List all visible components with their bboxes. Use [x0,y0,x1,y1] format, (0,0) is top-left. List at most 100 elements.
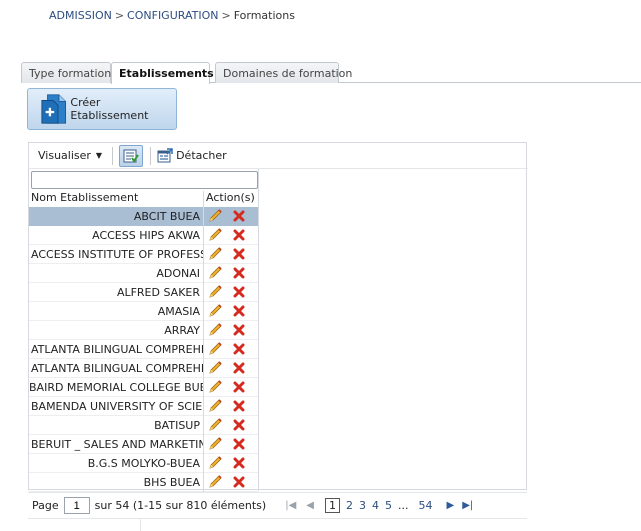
page-link-4[interactable]: 4 [372,499,379,512]
pencil-icon[interactable] [207,284,223,300]
delete-x-icon[interactable] [233,229,245,241]
delete-x-icon[interactable] [233,457,245,469]
prev-page-icon[interactable]: ◀ [306,500,314,511]
query-filter-button[interactable] [119,144,144,167]
actions-cell [204,378,258,397]
actions-cell [204,473,258,492]
actions-cell [204,302,258,321]
table-row[interactable]: ARRAY [29,320,258,340]
delete-x-icon[interactable] [233,400,245,412]
breadcrumb-admission[interactable]: ADMISSION [49,9,112,22]
page-link-3[interactable]: 3 [359,499,366,512]
actions-cell [204,206,258,226]
detach-button[interactable]: Détacher [157,147,227,164]
filter-row [29,169,258,191]
pencil-icon[interactable] [207,322,223,338]
actions-cell [204,321,258,340]
delete-x-icon[interactable] [233,476,245,488]
delete-x-icon[interactable] [233,438,245,450]
table-row[interactable]: BERUIT _ SALES AND MARKETIN... [29,434,258,454]
create-etablissement-button[interactable]: Créer Etablissement [27,88,177,130]
table-row[interactable]: BAMENDA UNIVERSITY OF SCIEN... [29,396,258,416]
table-row[interactable]: ABCIT BUEA [29,206,258,226]
actions-cell [204,226,258,245]
delete-x-icon[interactable] [233,381,245,393]
table-row[interactable]: ATLANTA BILINGUAL COMPREHE... [29,358,258,378]
pencil-icon[interactable] [207,303,223,319]
actions-cell [204,264,258,283]
pencil-icon[interactable] [207,417,223,433]
actions-cell [204,397,258,416]
breadcrumb-configuration[interactable]: CONFIGURATION [127,9,218,22]
table-row[interactable]: BHS BUEA [29,472,258,492]
table-row[interactable]: B.G.S MOLYKO-BUEA [29,453,258,473]
pencil-icon[interactable] [207,398,223,414]
table-row[interactable]: AMASIA [29,301,258,321]
detach-icon [157,147,173,162]
pencil-icon[interactable] [207,246,223,262]
breadcrumb-separator: > [114,9,125,22]
view-menu-label: Visualiser [38,149,91,162]
delete-x-icon[interactable] [233,362,245,374]
page-link-2[interactable]: 2 [346,499,353,512]
table-row[interactable]: BAIRD MEMORIAL COLLEGE BUEA [29,377,258,397]
breadcrumb: ADMISSION > CONFIGURATION > Formations [49,9,295,22]
etablissement-name-cell: AMASIA [29,301,204,321]
etablissement-name-cell: BERUIT _ SALES AND MARKETIN... [29,434,204,454]
delete-x-icon[interactable] [233,286,245,298]
page-number-input[interactable] [63,497,90,514]
table-row[interactable]: ACCESS HIPS AKWA [29,225,258,245]
actions-cell [204,416,258,435]
pencil-icon[interactable] [207,436,223,452]
column-header-nom[interactable]: Nom Etablissement [29,191,204,207]
pencil-icon[interactable] [207,379,223,395]
pencil-icon[interactable] [207,360,223,376]
tab-bar: Type formation Etablissements Domaines d… [21,62,641,84]
pencil-icon[interactable] [207,208,223,224]
next-page-icon[interactable]: ▶ [446,500,454,511]
document-add-icon [41,94,67,124]
table-body: ABCIT BUEA ACCESS HIPS AKWA ACCESS INSTITU… [29,206,258,492]
data-grid: Nom Etablissement Action(s) ABCIT BUEA AC… [29,169,259,492]
table-toolbar: Visualiser ▼ Détacher [29,143,528,169]
page-link-5[interactable]: 5 [385,499,392,512]
etablissement-name-cell: ARRAY [29,320,204,340]
table-header: Nom Etablissement Action(s) [29,191,258,207]
table-row[interactable]: ATLANTA BILINGUAL COMPREHE... [29,339,258,359]
first-page-icon[interactable]: |◀ [285,500,296,511]
etablissement-name-cell: ACCESS INSTITUTE OF PROFESS... [29,244,204,264]
tab-type-formation[interactable]: Type formation [21,62,111,83]
etablissement-name-cell: ALFRED SAKER [29,282,204,302]
pencil-icon[interactable] [207,455,223,471]
tab-domaines-formation[interactable]: Domaines de formation [215,62,352,83]
actions-cell [204,245,258,264]
actions-cell [204,283,258,302]
delete-x-icon[interactable] [233,267,245,279]
table-row[interactable]: ALFRED SAKER [29,282,258,302]
toolbar-divider [150,146,152,165]
table-row[interactable]: BATISUP [29,415,258,435]
last-page-icon[interactable]: ▶| [462,500,473,511]
view-menu[interactable]: Visualiser ▼ [38,149,102,162]
delete-x-icon[interactable] [233,248,245,260]
delete-x-icon[interactable] [233,419,245,431]
delete-x-icon[interactable] [233,324,245,336]
pencil-icon[interactable] [207,341,223,357]
delete-x-icon[interactable] [233,210,245,222]
pencil-icon[interactable] [207,474,223,490]
tab-etablissements[interactable]: Etablissements [111,62,214,84]
delete-x-icon[interactable] [233,305,245,317]
etablissement-name-cell: BATISUP [29,415,204,435]
table-row[interactable]: ADONAI [29,263,258,283]
etablissement-name-cell: BHS BUEA [29,472,204,492]
create-etablissement-label: Créer Etablissement [70,96,149,122]
pencil-icon[interactable] [207,227,223,243]
table-row[interactable]: ACCESS INSTITUTE OF PROFESS... [29,244,258,264]
etablissements-table-panel: Visualiser ▼ Détacher Nom Etablissement … [28,142,528,492]
toolbar-divider [112,146,114,165]
delete-x-icon[interactable] [233,343,245,355]
page-link-last[interactable]: 54 [418,499,432,512]
filter-input[interactable] [31,171,258,189]
pencil-icon[interactable] [207,265,223,281]
detach-label: Détacher [176,149,227,162]
